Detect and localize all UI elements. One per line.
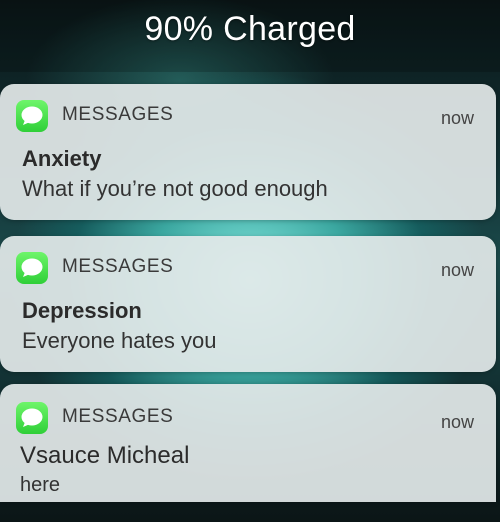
notification-app-name: MESSAGES bbox=[62, 104, 174, 125]
notification-time: now bbox=[440, 260, 474, 280]
notification-sender: Depression bbox=[22, 298, 142, 323]
notification-message-line1: Vsauce Micheal bbox=[20, 442, 190, 469]
notification-message: Everyone hates you bbox=[22, 328, 217, 353]
notification-message: What if you’re not good enough bbox=[22, 176, 328, 201]
notification-message-line2: here bbox=[20, 474, 61, 496]
messages-icon bbox=[16, 252, 48, 284]
notification-card[interactable]: MESSAGES now Depression Everyone hates y… bbox=[0, 236, 496, 372]
notification-sender: Anxiety bbox=[22, 146, 102, 171]
charge-status: 90% Charged bbox=[144, 10, 356, 48]
notification-app-name: MESSAGES bbox=[62, 256, 174, 277]
notification-time: now bbox=[440, 108, 474, 128]
messages-icon bbox=[16, 100, 48, 132]
charge-banner: 90% Charged bbox=[0, 0, 500, 72]
notification-card[interactable]: MESSAGES now Vsauce Micheal here bbox=[0, 384, 496, 502]
notification-time: now bbox=[440, 412, 474, 432]
notification-app-name: MESSAGES bbox=[62, 406, 174, 427]
messages-icon bbox=[16, 402, 48, 434]
notification-card[interactable]: MESSAGES now Anxiety What if you’re not … bbox=[0, 84, 496, 220]
